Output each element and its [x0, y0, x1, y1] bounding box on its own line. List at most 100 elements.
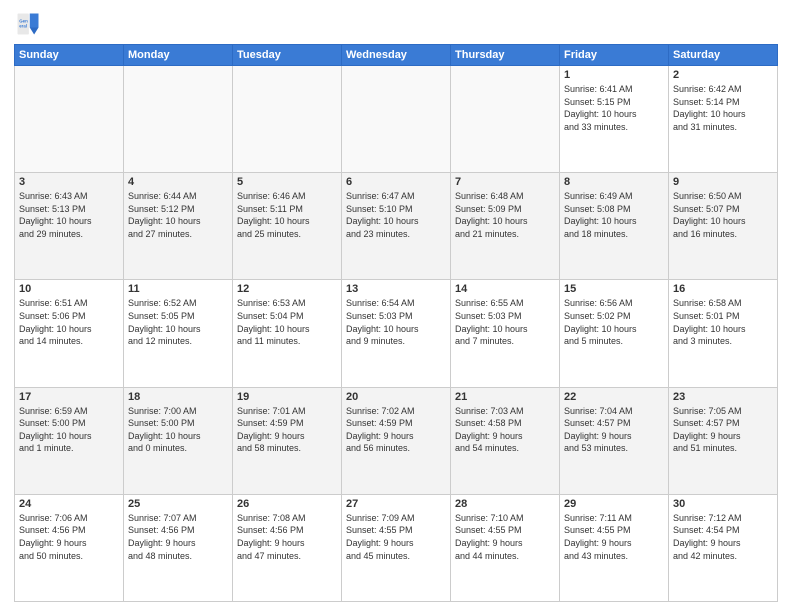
calendar-cell: 13 Sunrise: 6:54 AM Sunset: 5:03 PM Dayli…: [342, 280, 451, 387]
day-info: Sunrise: 6:50 AM Sunset: 5:07 PM Dayligh…: [673, 190, 773, 240]
calendar-cell: 30Sunrise: 7:12 AM Sunset: 4:54 PM Dayli…: [669, 494, 778, 601]
weekday-header-tuesday: Tuesday: [233, 45, 342, 66]
day-info: Sunrise: 7:11 AM Sunset: 4:55 PM Dayligh…: [564, 512, 664, 562]
day-info: Sunrise: 6:47 AM Sunset: 5:10 PM Dayligh…: [346, 190, 446, 240]
day-number: 16: [673, 283, 773, 295]
day-number: 18: [128, 391, 228, 403]
calendar-cell: 11 Sunrise: 6:52 AM Sunset: 5:05 PM Dayli…: [124, 280, 233, 387]
day-info: Sunrise: 7:12 AM Sunset: 4:54 PM Dayligh…: [673, 512, 773, 562]
calendar-cell: 7 Sunrise: 6:48 AM Sunset: 5:09 PM Daylig…: [451, 173, 560, 280]
calendar-cell: 3 Sunrise: 6:43 AM Sunset: 5:13 PM Daylig…: [15, 173, 124, 280]
day-number: 10: [19, 283, 119, 295]
calendar-cell: 18 Sunrise: 7:00 AM Sunset: 5:00 PM Dayli…: [124, 387, 233, 494]
day-info: Sunrise: 7:01 AM Sunset: 4:59 PM Dayligh…: [237, 405, 337, 455]
day-info: Sunrise: 6:54 AM Sunset: 5:03 PM Dayligh…: [346, 297, 446, 347]
day-info: Sunrise: 6:53 AM Sunset: 5:04 PM Dayligh…: [237, 297, 337, 347]
day-number: 13: [346, 283, 446, 295]
day-number: 20: [346, 391, 446, 403]
calendar-cell: 23 Sunrise: 7:05 AM Sunset: 4:57 PM Dayli…: [669, 387, 778, 494]
day-info: Sunrise: 7:09 AM Sunset: 4:55 PM Dayligh…: [346, 512, 446, 562]
day-number: 17: [19, 391, 119, 403]
day-number: 8: [564, 176, 664, 188]
day-number: 11: [128, 283, 228, 295]
day-number: 12: [237, 283, 337, 295]
day-number: 15: [564, 283, 664, 295]
calendar-cell: 8 Sunrise: 6:49 AM Sunset: 5:08 PM Daylig…: [560, 173, 669, 280]
calendar-cell: 1 Sunrise: 6:41 AM Sunset: 5:15 PM Daylig…: [560, 66, 669, 173]
weekday-header-monday: Monday: [124, 45, 233, 66]
day-info: Sunrise: 7:07 AM Sunset: 4:56 PM Dayligh…: [128, 512, 228, 562]
day-info: Sunrise: 6:58 AM Sunset: 5:01 PM Dayligh…: [673, 297, 773, 347]
logo: Gen eral: [14, 10, 46, 38]
day-number: 3: [19, 176, 119, 188]
weekday-header-sunday: Sunday: [15, 45, 124, 66]
week-row-5: 24Sunrise: 7:06 AM Sunset: 4:56 PM Dayli…: [15, 494, 778, 601]
calendar-cell: 14Sunrise: 6:55 AM Sunset: 5:03 PM Dayli…: [451, 280, 560, 387]
week-row-4: 17 Sunrise: 6:59 AM Sunset: 5:00 PM Dayli…: [15, 387, 778, 494]
calendar-cell: 22 Sunrise: 7:04 AM Sunset: 4:57 PM Dayli…: [560, 387, 669, 494]
day-info: Sunrise: 7:00 AM Sunset: 5:00 PM Dayligh…: [128, 405, 228, 455]
svg-text:eral: eral: [19, 24, 27, 29]
calendar-cell: 19 Sunrise: 7:01 AM Sunset: 4:59 PM Dayli…: [233, 387, 342, 494]
day-number: 25: [128, 498, 228, 510]
calendar-cell: [233, 66, 342, 173]
calendar-cell: 21Sunrise: 7:03 AM Sunset: 4:58 PM Dayli…: [451, 387, 560, 494]
day-info: Sunrise: 6:41 AM Sunset: 5:15 PM Dayligh…: [564, 83, 664, 133]
calendar-cell: 16 Sunrise: 6:58 AM Sunset: 5:01 PM Dayli…: [669, 280, 778, 387]
page: Gen eral SundayMondayTuesdayWednesdayThu…: [0, 0, 792, 612]
day-number: 1: [564, 69, 664, 81]
day-number: 24: [19, 498, 119, 510]
day-info: Sunrise: 6:46 AM Sunset: 5:11 PM Dayligh…: [237, 190, 337, 240]
day-info: Sunrise: 7:08 AM Sunset: 4:56 PM Dayligh…: [237, 512, 337, 562]
day-number: 29: [564, 498, 664, 510]
day-info: Sunrise: 7:03 AM Sunset: 4:58 PM Dayligh…: [455, 405, 555, 455]
day-number: 27: [346, 498, 446, 510]
calendar-cell: 20Sunrise: 7:02 AM Sunset: 4:59 PM Dayli…: [342, 387, 451, 494]
day-info: Sunrise: 6:43 AM Sunset: 5:13 PM Dayligh…: [19, 190, 119, 240]
day-number: 4: [128, 176, 228, 188]
day-number: 7: [455, 176, 555, 188]
day-number: 19: [237, 391, 337, 403]
week-row-2: 3 Sunrise: 6:43 AM Sunset: 5:13 PM Daylig…: [15, 173, 778, 280]
calendar-cell: 15Sunrise: 6:56 AM Sunset: 5:02 PM Dayli…: [560, 280, 669, 387]
day-info: Sunrise: 6:59 AM Sunset: 5:00 PM Dayligh…: [19, 405, 119, 455]
day-info: Sunrise: 7:04 AM Sunset: 4:57 PM Dayligh…: [564, 405, 664, 455]
day-info: Sunrise: 7:10 AM Sunset: 4:55 PM Dayligh…: [455, 512, 555, 562]
calendar-cell: 28 Sunrise: 7:10 AM Sunset: 4:55 PM Dayli…: [451, 494, 560, 601]
day-number: 28: [455, 498, 555, 510]
day-info: Sunrise: 6:44 AM Sunset: 5:12 PM Dayligh…: [128, 190, 228, 240]
calendar-cell: 5 Sunrise: 6:46 AM Sunset: 5:11 PM Daylig…: [233, 173, 342, 280]
calendar-cell: [342, 66, 451, 173]
calendar-cell: 25 Sunrise: 7:07 AM Sunset: 4:56 PM Dayli…: [124, 494, 233, 601]
day-number: 5: [237, 176, 337, 188]
day-info: Sunrise: 6:52 AM Sunset: 5:05 PM Dayligh…: [128, 297, 228, 347]
weekday-header-thursday: Thursday: [451, 45, 560, 66]
week-row-1: 1 Sunrise: 6:41 AM Sunset: 5:15 PM Daylig…: [15, 66, 778, 173]
calendar-cell: 2Sunrise: 6:42 AM Sunset: 5:14 PM Daylig…: [669, 66, 778, 173]
header: Gen eral: [14, 10, 778, 38]
calendar-cell: 29 Sunrise: 7:11 AM Sunset: 4:55 PM Dayli…: [560, 494, 669, 601]
day-info: Sunrise: 6:48 AM Sunset: 5:09 PM Dayligh…: [455, 190, 555, 240]
calendar-cell: 24Sunrise: 7:06 AM Sunset: 4:56 PM Dayli…: [15, 494, 124, 601]
svg-text:Gen: Gen: [19, 18, 28, 23]
day-number: 9: [673, 176, 773, 188]
weekday-header-row: SundayMondayTuesdayWednesdayThursdayFrid…: [15, 45, 778, 66]
calendar-cell: 17 Sunrise: 6:59 AM Sunset: 5:00 PM Dayli…: [15, 387, 124, 494]
day-number: 23: [673, 391, 773, 403]
day-number: 14: [455, 283, 555, 295]
day-info: Sunrise: 7:05 AM Sunset: 4:57 PM Dayligh…: [673, 405, 773, 455]
logo-icon: Gen eral: [14, 10, 42, 38]
calendar-cell: 6Sunrise: 6:47 AM Sunset: 5:10 PM Daylig…: [342, 173, 451, 280]
calendar-cell: [15, 66, 124, 173]
calendar-cell: [451, 66, 560, 173]
week-row-3: 10Sunrise: 6:51 AM Sunset: 5:06 PM Dayli…: [15, 280, 778, 387]
calendar-cell: 9 Sunrise: 6:50 AM Sunset: 5:07 PM Daylig…: [669, 173, 778, 280]
calendar-table: SundayMondayTuesdayWednesdayThursdayFrid…: [14, 44, 778, 602]
calendar-cell: 4 Sunrise: 6:44 AM Sunset: 5:12 PM Daylig…: [124, 173, 233, 280]
day-info: Sunrise: 6:42 AM Sunset: 5:14 PM Dayligh…: [673, 83, 773, 133]
day-number: 26: [237, 498, 337, 510]
weekday-header-saturday: Saturday: [669, 45, 778, 66]
day-info: Sunrise: 6:49 AM Sunset: 5:08 PM Dayligh…: [564, 190, 664, 240]
day-number: 22: [564, 391, 664, 403]
calendar-cell: 26 Sunrise: 7:08 AM Sunset: 4:56 PM Dayli…: [233, 494, 342, 601]
